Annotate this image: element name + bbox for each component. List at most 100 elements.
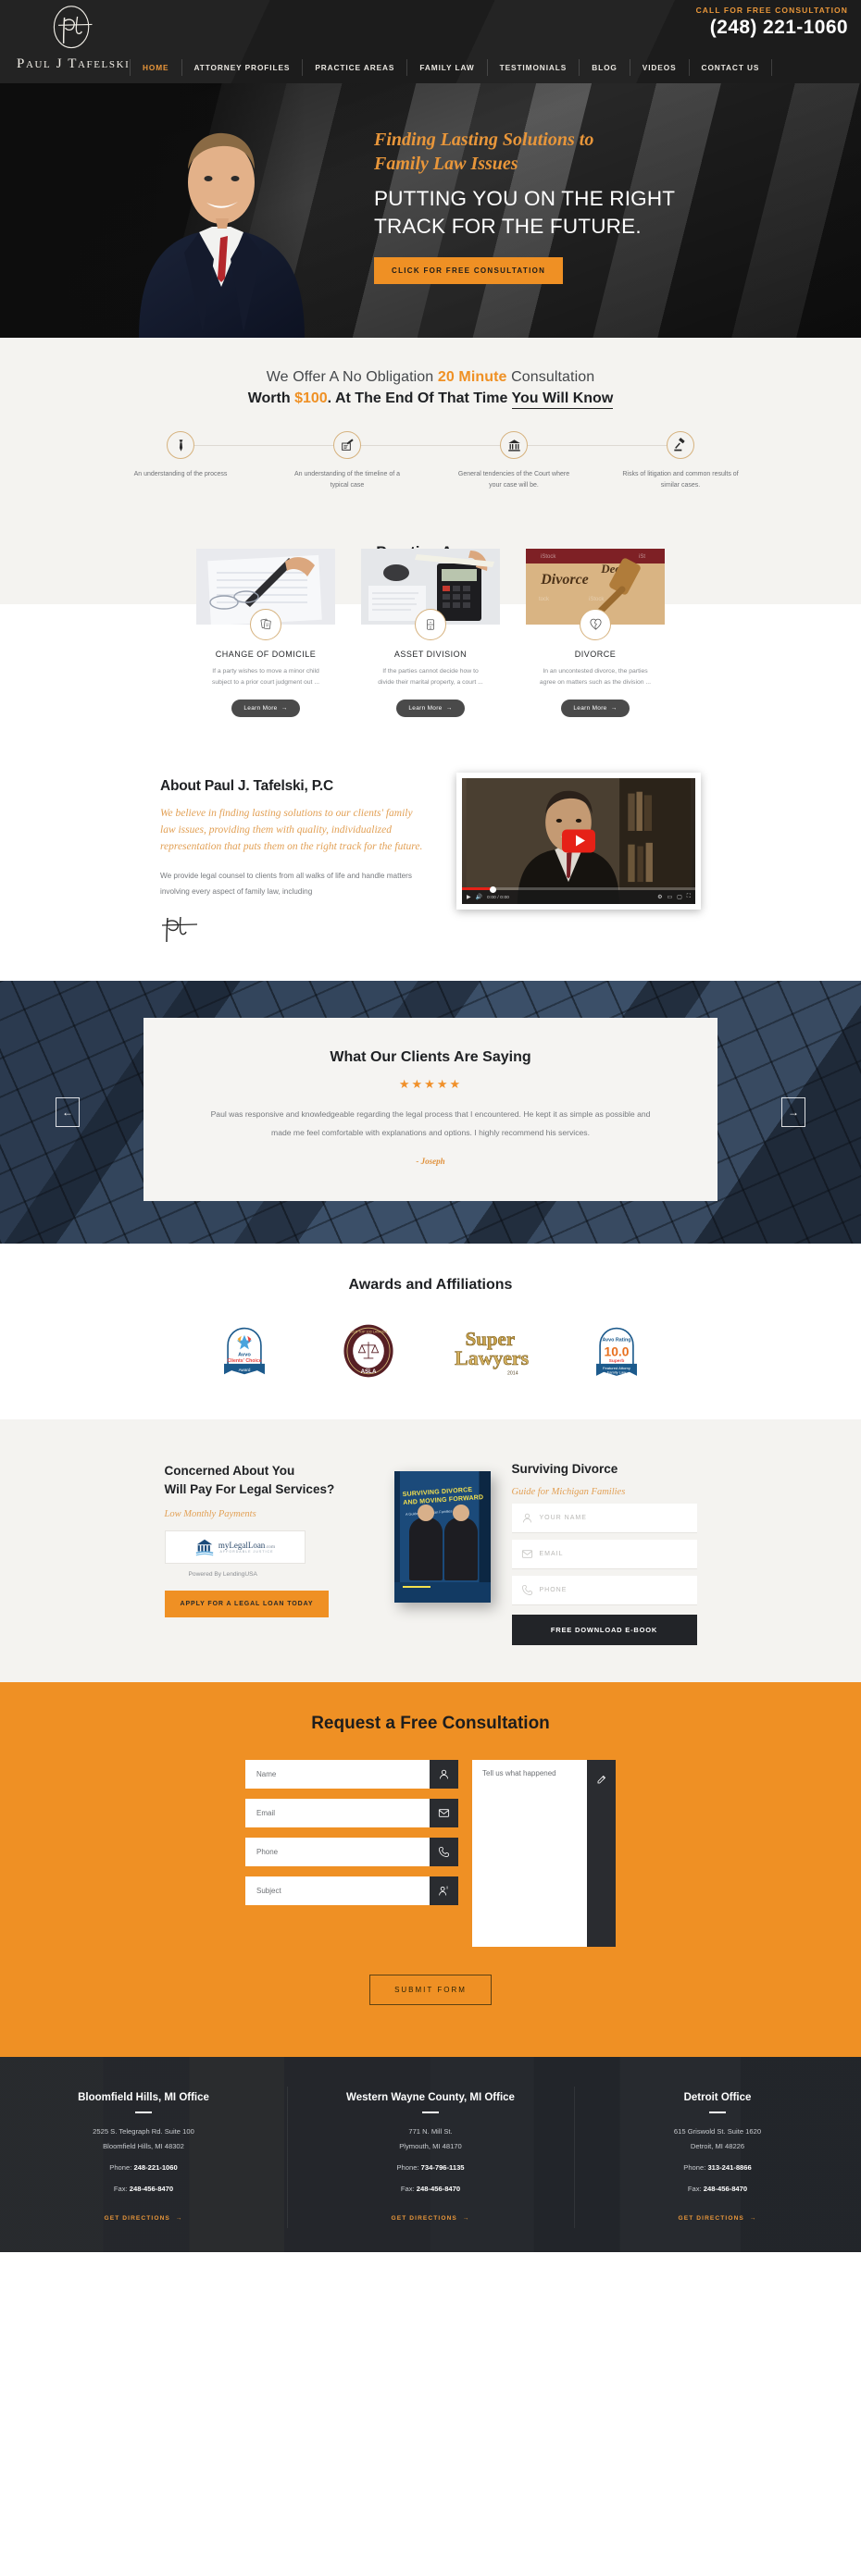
- play-triangle-icon: [575, 835, 585, 847]
- footer-office-fax: Fax: 248-456-8470: [400, 2185, 461, 2194]
- nav-item-attorney-profiles[interactable]: ATTORNEY PROFILES: [182, 59, 304, 76]
- footer-office-address: 2525 S. Telegraph Rd. Suite 100 Bloomfiel…: [93, 2127, 194, 2151]
- request-field-subject[interactable]: i: [245, 1876, 458, 1906]
- testimonials-section: ← → What Our Clients Are Saying ★★★★★ Pa…: [0, 980, 861, 1245]
- testimonial-quote: Paul was responsive and knowledgeable re…: [210, 1108, 651, 1138]
- footer-office-address: 771 N. Mill St. Plymouth, MI 48170: [399, 2127, 462, 2151]
- footer-get-directions-link[interactable]: GET DIRECTIONS →: [678, 2215, 756, 2222]
- header-phone[interactable]: (248) 221-1060: [696, 17, 848, 39]
- testimonial-card: What Our Clients Are Saying ★★★★★ Paul w…: [144, 1017, 718, 1202]
- testimonial-next-button[interactable]: →: [781, 1097, 805, 1128]
- footer-office-3: Detroit Office 615 Griswold St. Suite 162…: [574, 2087, 861, 2228]
- ebook-cover-title: SURVIVING DIVORCE AND MOVING FORWARD: [402, 1487, 484, 1507]
- ebook-title: Surviving Divorce: [511, 1462, 618, 1477]
- footer-office-phone: Phone: 313-241-8866: [683, 2163, 752, 2173]
- practice-card-learn-more-button[interactable]: Learn More →: [396, 699, 465, 717]
- footer-office-fax: Fax: 248-456-8470: [113, 2185, 174, 2194]
- footer-office-2: Western Wayne County, MI Office 771 N. Mi…: [287, 2087, 574, 2228]
- video-right-controls: ⚙ ▭ ▢ ⛶: [657, 894, 691, 900]
- hero-script-headline: Finding Lasting Solutions to Family Law …: [374, 128, 772, 177]
- mylegalloan-wordmark: myLegalLoan.com AFFORDABLE JUSTICE: [218, 1541, 275, 1554]
- svg-text:tock: tock: [539, 597, 550, 602]
- video-theater-icon[interactable]: ▢: [677, 894, 682, 900]
- powered-by-text: Powered By LendingUSA: [188, 1571, 257, 1579]
- courthouse-icon: [500, 431, 528, 459]
- request-subject-input[interactable]: [245, 1876, 430, 1906]
- about-text-column: About Paul J. Tafelski, P.C We believe i…: [160, 773, 429, 944]
- free-download-ebook-button[interactable]: FREE DOWNLOAD E-BOOK: [511, 1615, 697, 1646]
- request-form-grid: i: [0, 1760, 861, 1948]
- video-play-button[interactable]: [562, 829, 595, 853]
- nav-item-family-law[interactable]: FAMILY LAW: [407, 59, 488, 76]
- apply-legal-loan-button[interactable]: APPLY FOR A LEGAL LOAN TODAY: [164, 1591, 330, 1618]
- svg-text:Superb: Superb: [609, 1358, 625, 1364]
- footer-office-phone: Phone: 734-796-1135: [396, 2163, 465, 2173]
- nav-item-contact-us[interactable]: CONTACT US: [690, 59, 773, 76]
- legal-loan-title-l1: Concerned About You: [164, 1464, 295, 1479]
- hero-script-line2: Family Law Issues: [374, 154, 518, 175]
- footer-get-directions-link[interactable]: GET DIRECTIONS →: [391, 2215, 469, 2222]
- video-play-icon[interactable]: ▶: [467, 894, 471, 900]
- nav-item-videos[interactable]: VIDEOS: [630, 59, 690, 76]
- hero-cta-button[interactable]: CLICK FOR FREE CONSULTATION: [374, 256, 564, 284]
- avvo-clients-choice-badge[interactable]: Avvo Clients' Choice 2014 Award: [205, 1319, 284, 1382]
- practice-areas-section: Practice Areas CHANGE OF DOMICILEIf a pa…: [0, 526, 861, 1002]
- submit-form-button[interactable]: SUBMIT FORM: [369, 1975, 492, 2006]
- svg-text:2015 TOP 100 LAWYER: 2015 TOP 100 LAWYER: [350, 1331, 388, 1334]
- ebook-cover-band: [393, 1582, 491, 1604]
- about-section: About Paul J. Tafelski, P.C We believe i…: [0, 744, 861, 981]
- footer-office-name: Detroit Office: [683, 2092, 752, 2104]
- video-volume-icon[interactable]: 🔊: [476, 894, 482, 900]
- user-icon: [430, 1760, 458, 1790]
- legal-loan-subtitle: Low Monthly Payments: [164, 1509, 256, 1520]
- asla-top-100-badge[interactable]: 2015 TOP 100 LAWYER ASLA: [329, 1319, 408, 1382]
- testimonial-author: - Joseph: [416, 1157, 445, 1167]
- video-fullscreen-icon[interactable]: ⛶: [687, 894, 691, 900]
- brand-logo[interactable]: Paul J Tafelski: [17, 4, 129, 72]
- svg-text:Avvo: Avvo: [238, 1353, 251, 1358]
- request-field-name[interactable]: [245, 1760, 458, 1790]
- practice-card-2[interactable]: ASSET DIVISION If the parties cannot deci…: [361, 548, 500, 717]
- consult-line1-a: We Offer A No Obligation: [266, 369, 438, 385]
- ebook-subtitle: Guide for Michigan Families: [511, 1487, 626, 1498]
- video-progress-knob[interactable]: [490, 886, 497, 893]
- practice-card-3[interactable]: DivorceDecreeiStockiSttockiStockDIVORCEI…: [526, 548, 665, 717]
- request-name-input[interactable]: [245, 1760, 430, 1790]
- footer-divider: [422, 2112, 439, 2114]
- practice-card-title: DIVORCE: [574, 649, 617, 659]
- avvo-rating-badge[interactable]: Avvo Rating 10.0 Superb Featured Attorny…: [577, 1319, 656, 1382]
- super-lawyers-badge[interactable]: Super Lawyers 2014: [453, 1319, 532, 1382]
- request-field-email[interactable]: [245, 1799, 458, 1828]
- ebook-field-email[interactable]: EMAIL: [511, 1540, 697, 1570]
- practice-card-learn-more-button[interactable]: Learn More →: [561, 699, 630, 717]
- nav-item-home[interactable]: HOME: [130, 59, 182, 76]
- nav-item-practice-areas[interactable]: PRACTICE AREAS: [303, 59, 408, 76]
- figure-right: [443, 1505, 478, 1581]
- svg-text:Award: Award: [239, 1368, 251, 1372]
- nav-item-blog[interactable]: BLOG: [580, 59, 630, 76]
- request-field-phone[interactable]: [245, 1838, 458, 1867]
- intro-video-player[interactable]: ▶ 🔊 0:00 / 0:00 ⚙ ▭ ▢ ⛶: [456, 772, 701, 910]
- ebook-field-your-name[interactable]: YOUR NAME: [511, 1504, 697, 1534]
- mylegalloan-logo[interactable]: myLegalLoan.com AFFORDABLE JUSTICE: [164, 1530, 306, 1565]
- testimonial-prev-button[interactable]: ←: [56, 1097, 80, 1128]
- nav-item-testimonials[interactable]: TESTIMONIALS: [488, 59, 580, 76]
- legal-loan-title-l2: Will Pay For Legal Services?: [164, 1481, 335, 1496]
- svg-text:iStock: iStock: [541, 554, 556, 560]
- awards-title: Awards and Affiliations: [348, 1277, 513, 1294]
- video-settings-icon[interactable]: ⚙: [657, 894, 662, 900]
- site-header: Paul J Tafelski CALL FOR FREE CONSULTATI…: [0, 0, 861, 83]
- ebook-form-column: Surviving Divorce Guide for Michigan Fam…: [511, 1451, 697, 1646]
- ebook-cover-image: SURVIVING DIVORCE AND MOVING FORWARD A G…: [393, 1471, 491, 1604]
- message-textarea[interactable]: [472, 1760, 587, 1948]
- rating-stars: ★★★★★: [398, 1076, 463, 1091]
- ebook-field-phone[interactable]: PHONE: [511, 1576, 697, 1606]
- step-connector-line: [347, 445, 514, 446]
- practice-card-learn-more-button[interactable]: Learn More →: [231, 699, 300, 717]
- video-cc-icon[interactable]: ▭: [667, 894, 672, 900]
- footer-get-directions-link[interactable]: GET DIRECTIONS →: [104, 2215, 182, 2222]
- request-email-input[interactable]: [245, 1799, 430, 1828]
- pencil-icon: [587, 1760, 616, 1948]
- practice-card-1[interactable]: CHANGE OF DOMICILE If a party wishes to m…: [196, 548, 335, 717]
- request-phone-input[interactable]: [245, 1838, 430, 1867]
